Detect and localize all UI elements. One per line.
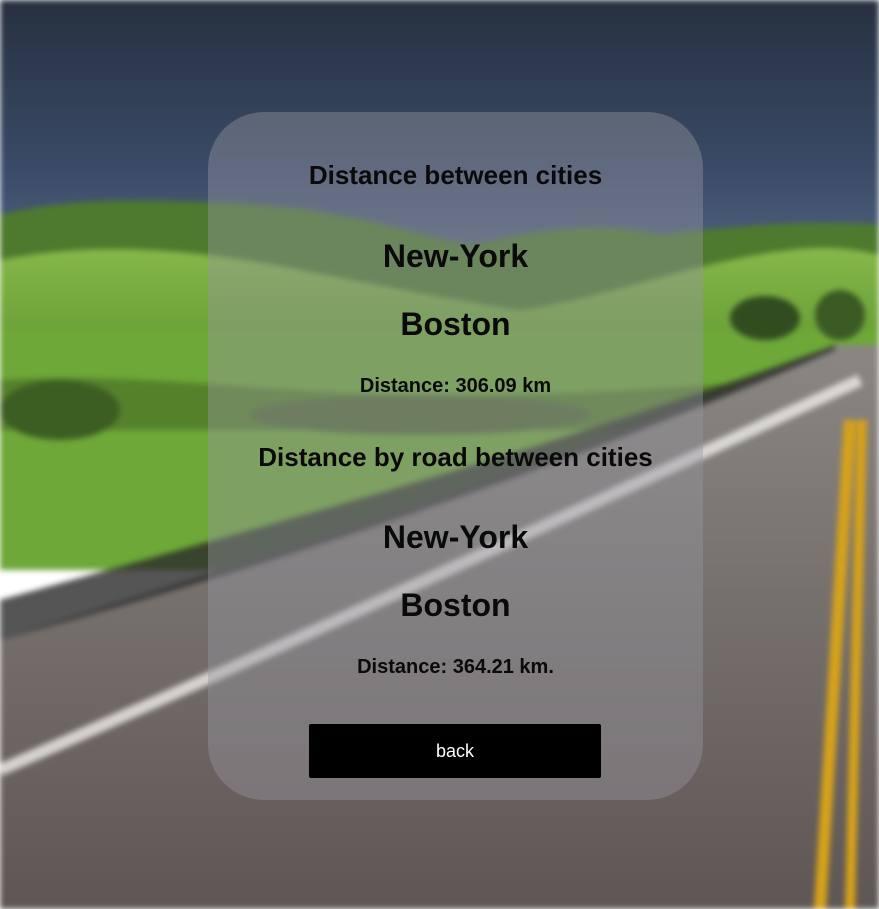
road-section-title: Distance by road between cities — [258, 442, 653, 472]
distance-city-to: Boston — [400, 306, 511, 342]
distance-section-title: Distance between cities — [308, 160, 603, 190]
road-city-from: New-York — [382, 519, 529, 555]
distance-value: Distance: 306.09 km — [359, 375, 552, 397]
road-city-to: Boston — [400, 587, 511, 623]
road-distance-value: Distance: 364.21 km. — [357, 656, 554, 678]
distance-city-from: New-York — [382, 238, 529, 274]
back-button[interactable]: back — [309, 724, 601, 778]
distance-card: Distance between cities New-York Boston … — [208, 112, 703, 800]
